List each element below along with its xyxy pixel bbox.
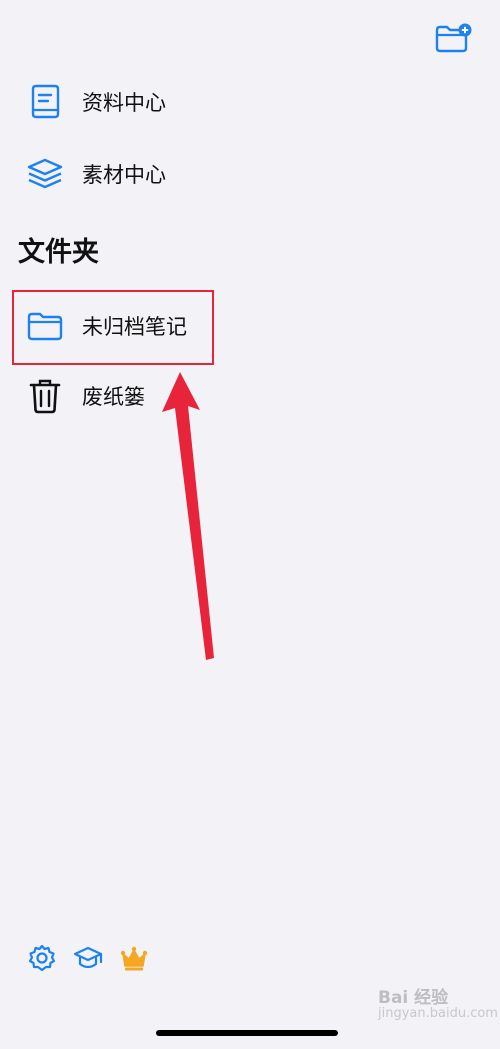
trash-icon xyxy=(24,377,66,415)
bottom-toolbar xyxy=(24,940,162,976)
highlight-box xyxy=(12,290,214,365)
folders-section-title: 文件夹 xyxy=(18,237,99,268)
gear-icon[interactable] xyxy=(24,940,60,976)
watermark: Bai 经验 jingyan.baidu.com xyxy=(378,990,498,1038)
watermark-title: Bai 经验 xyxy=(378,988,449,1008)
new-folder-button[interactable] xyxy=(434,22,472,54)
sidebar-item-material-center[interactable]: 素材中心 xyxy=(24,152,166,196)
folder-item-trash[interactable]: 废纸篓 xyxy=(24,374,145,418)
sidebar-item-resource-center[interactable]: 资料中心 xyxy=(24,80,166,124)
folder-item-label: 废纸篓 xyxy=(82,385,145,409)
notebook-icon xyxy=(24,83,66,121)
sidebar-item-label: 素材中心 xyxy=(82,163,166,187)
crown-icon[interactable] xyxy=(116,940,152,976)
graduation-cap-icon[interactable] xyxy=(70,940,106,976)
sidebar-item-label: 资料中心 xyxy=(82,91,166,115)
layers-icon xyxy=(24,155,66,193)
annotation-arrow xyxy=(162,372,214,660)
watermark-url: jingyan.baidu.com xyxy=(378,1006,498,1021)
folder-plus-icon xyxy=(435,23,472,53)
home-indicator xyxy=(156,1030,338,1036)
